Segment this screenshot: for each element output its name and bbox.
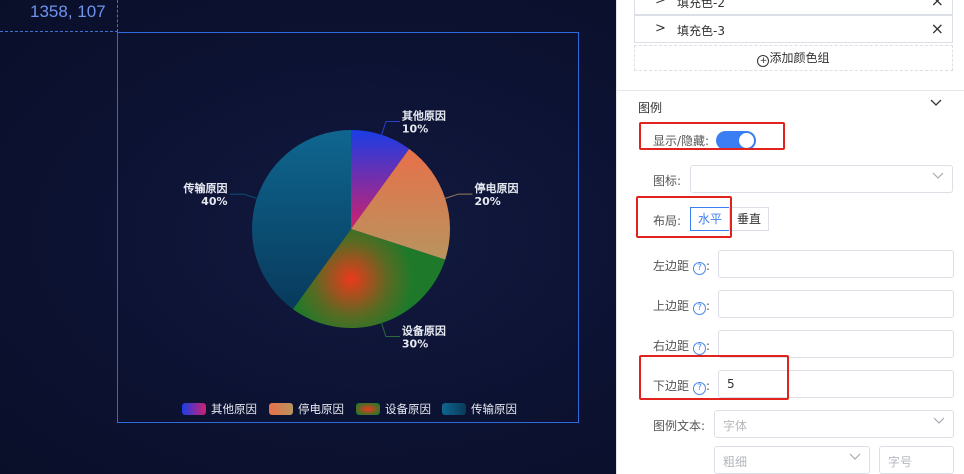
leader-line [381, 323, 400, 337]
font-placeholder: 字体 [723, 419, 748, 433]
right-margin-text: 右边距 [653, 339, 690, 353]
colon: : [706, 339, 711, 353]
slice-percent-label: 30% [402, 337, 428, 350]
slice-percent-label: 20% [474, 195, 500, 208]
add-color-group-button[interactable]: + 添加颜色组 [634, 45, 953, 71]
left-margin-text: 左边距 [653, 259, 690, 273]
leader-line [381, 121, 400, 135]
highlight-bottom-margin [639, 355, 789, 400]
chevron-right-icon[interactable]: > [655, 21, 666, 36]
help-icon[interactable]: ? [693, 262, 707, 275]
legend-swatch[interactable] [442, 403, 466, 415]
plus-circle-icon: + [757, 55, 770, 67]
chevron-right-icon[interactable]: > [655, 0, 666, 8]
legend-item-label[interactable]: 设备原因 [385, 402, 431, 416]
legend-swatch[interactable] [182, 403, 206, 415]
pie-chart: 其他原因10%停电原因20%设备原因30%传输原因40% 其他原因 停电原因 设备原… [182, 109, 518, 416]
legend-weight-select[interactable]: 粗细 [714, 446, 870, 474]
legend-icon-select[interactable] [690, 165, 953, 193]
legend-item-label[interactable]: 其他原因 [211, 402, 257, 416]
top-margin-label: 上边距?: [653, 297, 710, 315]
highlight-layout [636, 196, 732, 238]
fill-color-name: 填充色-2 [677, 0, 725, 10]
size-placeholder: 字号 [888, 455, 913, 469]
slice-name-label: 设备原因 [402, 323, 446, 337]
chevron-down-icon [932, 170, 944, 183]
slice-name-label: 传输原因 [183, 181, 228, 195]
fill-color-name: 填充色-3 [677, 24, 725, 38]
top-margin-input[interactable] [718, 290, 954, 318]
chevron-down-icon [933, 415, 945, 428]
slice-name-label: 停电原因 [474, 181, 518, 195]
highlight-show-hide [639, 122, 785, 150]
pie-chart-widget[interactable]: 其他原因 10% 停电原因 20% 设备原因 30% 传输原因 40% 其他原因 停电原因 设备原… [117, 32, 579, 423]
left-margin-input[interactable] [718, 250, 954, 278]
design-canvas[interactable]: 1358, 107 其他原因 10% 停电原因 20% 设备原因 30% 传输原… [0, 0, 616, 474]
fill-color-row-3[interactable]: > 填充色-3 × [634, 15, 953, 43]
colon: : [706, 259, 711, 273]
legend-item-label[interactable]: 停电原因 [298, 402, 344, 416]
leader-line [445, 193, 473, 199]
icon-label: 图标: [653, 174, 682, 188]
right-margin-input[interactable] [718, 330, 954, 358]
slice-percent-label: 40% [201, 195, 227, 208]
chevron-down-icon[interactable] [930, 96, 942, 111]
section-divider [617, 90, 964, 91]
leader-line [229, 193, 257, 199]
add-color-group-label: 添加颜色组 [769, 51, 830, 65]
left-margin-label: 左边距?: [653, 257, 710, 275]
help-icon[interactable]: ? [693, 342, 707, 355]
legend-size-input[interactable]: 字号 [879, 446, 954, 474]
chevron-down-icon [849, 451, 861, 464]
close-icon[interactable]: × [931, 19, 944, 38]
coordinate-readout: 1358, 107 [30, 2, 106, 21]
top-margin-text: 上边距 [653, 299, 690, 313]
legend-item-label[interactable]: 传输原因 [471, 402, 517, 416]
slice-name-label: 其他原因 [402, 109, 446, 123]
help-icon[interactable]: ? [693, 302, 707, 315]
legend-section-title[interactable]: 图例 [638, 99, 662, 116]
right-margin-label: 右边距?: [653, 337, 710, 355]
layout-vertical-button[interactable]: 垂直 [729, 207, 769, 231]
weight-placeholder: 粗细 [723, 455, 748, 469]
colon: : [706, 299, 711, 313]
legend-swatch[interactable] [356, 403, 380, 415]
legend-text-label: 图例文本: [653, 419, 706, 433]
legend-font-select[interactable]: 字体 [714, 410, 954, 438]
close-icon[interactable]: × [931, 0, 944, 10]
legend-swatch[interactable] [269, 403, 293, 415]
slice-percent-label: 10% [402, 123, 428, 136]
fill-color-row-2[interactable]: > 填充色-2 × [634, 0, 953, 15]
